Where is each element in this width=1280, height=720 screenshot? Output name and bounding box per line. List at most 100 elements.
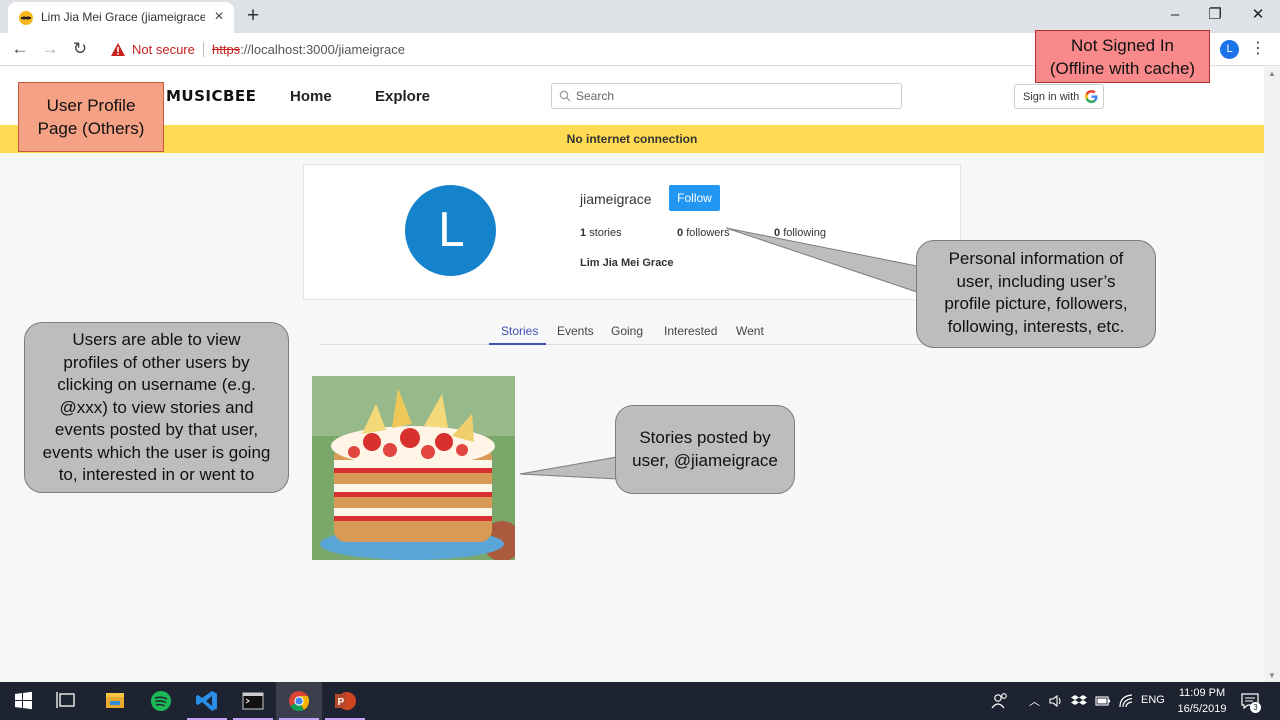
stories-callout-line-1: Stories posted by — [639, 428, 771, 447]
browser-tab-bar: Lim Jia Mei Grace (jiameigrace) - × + – … — [0, 0, 1280, 33]
clock-date: 16/5/2019 — [1177, 703, 1227, 715]
story-thumbnail[interactable] — [312, 376, 515, 560]
profile-username: jiameigrace — [580, 191, 652, 207]
chrome-taskbar-item[interactable] — [276, 682, 322, 720]
forward-icon[interactable]: → — [39, 38, 61, 60]
notification-count-badge: 3 — [1250, 702, 1261, 713]
tab-events[interactable]: Events — [557, 324, 594, 338]
task-view-icon[interactable] — [44, 682, 90, 720]
search-box[interactable] — [551, 83, 902, 109]
page-label-annotation: User Profile Page (Others) — [18, 82, 164, 152]
personal-info-callout: Personal information of user, including … — [916, 240, 1156, 348]
clock-time: 11:09 PM — [1178, 687, 1226, 699]
chrome-icon — [289, 691, 310, 712]
sign-in-label: Sign in with — [1023, 91, 1080, 103]
vscode-taskbar-item[interactable] — [184, 682, 230, 720]
search-input[interactable] — [576, 87, 896, 105]
personal-info-line-1: Personal information of — [948, 249, 1124, 268]
page-label-line-1: User Profile — [46, 96, 136, 115]
volume-icon[interactable] — [1048, 693, 1064, 709]
status-annotation: Not Signed In (Offline with cache) — [1035, 30, 1210, 83]
powerpoint-taskbar-item[interactable]: P — [322, 682, 368, 720]
page-label-line-2: Page (Others) — [37, 119, 145, 138]
terminal-icon — [242, 692, 264, 710]
stories-callout: Stories posted by user, @jiameigrace — [615, 405, 795, 494]
url-protocol: https — [212, 42, 241, 57]
svg-text:P: P — [338, 697, 345, 708]
not-secure-label[interactable]: Not secure — [132, 42, 195, 57]
url-text[interactable]: https://localhost:3000/jiameigrace — [212, 42, 405, 57]
dropbox-icon[interactable] — [1071, 693, 1087, 709]
search-icon — [559, 90, 571, 102]
file-explorer-icon[interactable] — [92, 682, 138, 720]
browser-profile-avatar[interactable]: L — [1220, 40, 1239, 59]
spotify-icon[interactable] — [138, 682, 184, 720]
new-tab-button[interactable]: + — [243, 4, 263, 28]
users-callout-line-7: to, interested in or went to — [58, 465, 255, 484]
users-callout-line-2: profiles of other users by — [63, 352, 250, 372]
users-callout-line-4: @xxx) to view stories and — [59, 397, 254, 417]
powerpoint-icon: P — [335, 692, 356, 710]
omnibox[interactable]: Not secure https://localhost:3000/jiamei… — [104, 36, 1034, 63]
following-label: following — [783, 227, 826, 239]
scroll-up-icon[interactable]: ▲ — [1268, 69, 1276, 78]
restore-button[interactable]: ❐ — [1203, 4, 1227, 26]
site-logo[interactable]: MUSICBEE — [166, 87, 256, 105]
back-icon[interactable]: ← — [9, 38, 31, 60]
reload-icon[interactable]: ↻ — [69, 38, 91, 60]
warning-icon — [111, 43, 125, 56]
people-icon[interactable] — [990, 691, 1010, 711]
personal-info-line-3: profile picture, followers, — [944, 294, 1128, 313]
status-line-1: Not Signed In — [1070, 36, 1174, 55]
profile-avatar: L — [405, 185, 496, 276]
active-tab-indicator — [489, 343, 546, 345]
tab-went[interactable]: Went — [736, 324, 764, 338]
follow-button[interactable]: Follow — [669, 185, 720, 211]
status-line-2: (Offline with cache) — [1049, 59, 1196, 78]
stories-stat[interactable]: 1 stories — [580, 227, 622, 239]
browser-menu-icon[interactable]: ⋮ — [1250, 38, 1266, 60]
scroll-down-icon[interactable]: ▼ — [1268, 671, 1276, 680]
tab-close-icon[interactable]: × — [211, 8, 227, 26]
site-favicon-icon — [19, 11, 33, 25]
page-scrollbar[interactable]: ▲ ▼ — [1264, 67, 1280, 682]
sign-in-google-button[interactable]: Sign in with — [1014, 84, 1104, 109]
profile-full-name: Lim Jia Mei Grace — [580, 257, 674, 269]
tab-going[interactable]: Going — [611, 324, 643, 338]
stories-count: 1 — [580, 227, 587, 239]
personal-info-line-2: user, including user’s — [956, 271, 1116, 291]
stories-callout-line-2: user, @jiameigrace — [632, 450, 778, 470]
tab-interested[interactable]: Interested — [664, 324, 717, 338]
tab-title: Lim Jia Mei Grace (jiameigrace) - — [41, 10, 205, 24]
stories-label: stories — [589, 227, 622, 239]
tray-expand-icon[interactable]: ︿ — [1029, 693, 1040, 709]
users-callout-line-5: events posted by that user, — [54, 420, 259, 439]
system-clock[interactable]: 11:09 PM 16/5/2019 — [1172, 685, 1232, 717]
browser-tab[interactable]: Lim Jia Mei Grace (jiameigrace) - × — [8, 2, 234, 33]
followers-stat[interactable]: 0 followers — [677, 227, 730, 239]
wifi-icon[interactable] — [1118, 693, 1134, 709]
windows-taskbar: P ︿ ENG 11:09 PM 16/5/2019 3 — [0, 682, 1280, 720]
url-path: ://localhost:3000/jiameigrace — [240, 42, 405, 57]
users-callout-line-1: Users are able to view — [72, 330, 241, 349]
language-indicator[interactable]: ENG — [1141, 694, 1165, 706]
users-callout-line-6: events which the user is going — [42, 442, 271, 462]
offline-banner: No internet connection — [0, 125, 1264, 153]
nav-home-link[interactable]: Home — [290, 88, 332, 105]
personal-info-line-4: following, interests, etc. — [947, 316, 1125, 336]
vscode-icon — [196, 691, 217, 711]
users-profile-callout: Users are able to view profiles of other… — [24, 322, 289, 493]
terminal-taskbar-item[interactable] — [230, 682, 276, 720]
google-icon — [1084, 89, 1098, 104]
followers-count: 0 — [677, 227, 684, 239]
minimize-button[interactable]: – — [1163, 4, 1187, 26]
start-icon[interactable] — [0, 682, 46, 720]
close-window-button[interactable]: ✕ — [1246, 4, 1270, 26]
nav-explore-link[interactable]: Explore — [375, 88, 430, 105]
battery-icon[interactable] — [1095, 694, 1111, 708]
profile-tabs: Stories Events Going Interested Went — [319, 320, 961, 345]
omnibox-divider — [203, 42, 204, 57]
users-callout-line-3: clicking on username (e.g. — [57, 375, 256, 394]
following-stat[interactable]: 0 following — [774, 227, 826, 239]
tab-stories[interactable]: Stories — [501, 324, 538, 338]
